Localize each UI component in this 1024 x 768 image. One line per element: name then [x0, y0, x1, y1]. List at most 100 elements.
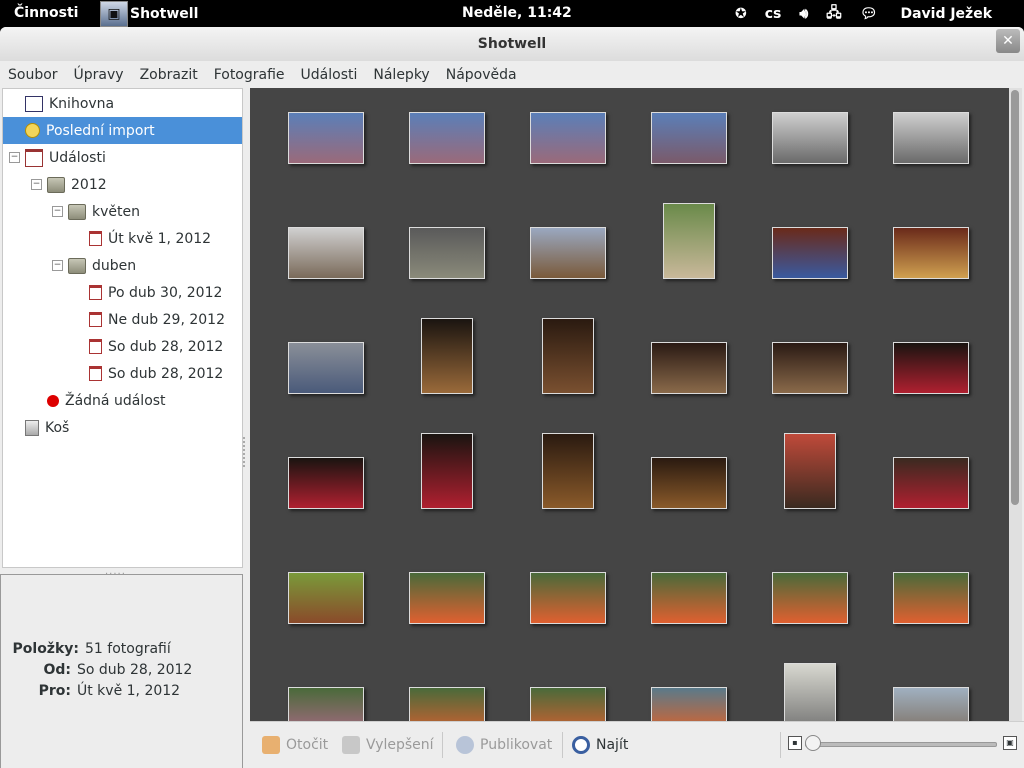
photo-thumbnail[interactable]	[542, 433, 594, 509]
search-icon	[572, 736, 590, 754]
photo-thumbnail[interactable]	[772, 112, 848, 164]
photo-thumbnail[interactable]	[409, 227, 485, 279]
user-menu[interactable]: 💬︎ David Ježek	[860, 6, 1010, 22]
sidebar-item[interactable]: Knihovna	[3, 90, 242, 117]
photo-grid[interactable]	[250, 88, 1009, 721]
sidebar-item-label: 2012	[71, 176, 107, 193]
sidebar-item-label: květen	[92, 203, 140, 220]
sidebar-item[interactable]: − květen	[3, 198, 242, 225]
photo-thumbnail[interactable]	[288, 342, 364, 394]
accessibility-icon[interactable]: ✪	[735, 6, 747, 22]
menu-item[interactable]: Fotografie	[214, 67, 285, 83]
menu-item[interactable]: Úpravy	[74, 67, 124, 83]
photo-thumbnail[interactable]	[651, 457, 727, 509]
photo-thumbnail[interactable]	[893, 112, 969, 164]
sidebar-item[interactable]: So dub 28, 2012	[3, 333, 242, 360]
photo-thumbnail[interactable]	[772, 227, 848, 279]
photo-thumbnail[interactable]	[893, 342, 969, 394]
zoom-slider[interactable]	[805, 742, 997, 747]
tree-expander-icon[interactable]: −	[31, 179, 42, 190]
rotate-icon	[262, 736, 280, 754]
photo-thumbnail[interactable]	[651, 572, 727, 624]
enhance-button[interactable]: Vylepšení	[342, 736, 434, 754]
toolbar-separator	[780, 732, 781, 758]
photo-thumbnail[interactable]	[893, 572, 969, 624]
photo-thumbnail[interactable]	[772, 572, 848, 624]
tree-expander-icon[interactable]: −	[9, 152, 20, 163]
menu-item[interactable]: Nálepky	[373, 67, 429, 83]
tree-expander-icon[interactable]: −	[52, 206, 63, 217]
sidebar-item[interactable]: So dub 28, 2012	[3, 360, 242, 387]
last-import-icon	[25, 123, 40, 138]
sidebar-item[interactable]: Žádná událost	[3, 387, 242, 414]
photo-thumbnail[interactable]	[893, 457, 969, 509]
close-button[interactable]: ✕	[996, 29, 1020, 53]
photo-thumbnail[interactable]	[530, 112, 606, 164]
enhance-wand-icon	[342, 736, 360, 754]
photo-thumbnail[interactable]	[663, 203, 715, 279]
keyboard-layout-indicator[interactable]: cs	[765, 6, 782, 22]
calendar-icon	[89, 285, 102, 300]
sidebar-tree: Knihovna Poslední import − Události − 2012 − kv…	[2, 88, 243, 568]
photo-thumbnail[interactable]	[288, 457, 364, 509]
toolbar-separator	[442, 732, 443, 758]
menu-item[interactable]: Zobrazit	[140, 67, 198, 83]
photo-thumbnail[interactable]	[784, 433, 836, 509]
photo-thumbnail[interactable]	[530, 687, 606, 721]
zoom-in-icon[interactable]: ▣	[1003, 736, 1017, 750]
clock[interactable]: Neděle, 11:42	[462, 5, 572, 21]
sidebar-item[interactable]: Koš	[3, 414, 242, 441]
sidebar-item[interactable]: Út kvě 1, 2012	[3, 225, 242, 252]
menu-item[interactable]: Soubor	[8, 67, 58, 83]
sidebar-item[interactable]: − 2012	[3, 171, 242, 198]
calendar-icon	[89, 366, 102, 381]
events-icon	[25, 148, 43, 167]
photo-thumbnail[interactable]	[651, 687, 727, 721]
photo-thumbnail[interactable]	[288, 227, 364, 279]
sidebar-resize-handle[interactable]	[243, 437, 248, 467]
activities-button[interactable]: Činnosti	[14, 5, 78, 21]
folder-icon	[47, 176, 65, 193]
photo-thumbnail[interactable]	[542, 318, 594, 394]
photo-thumbnail[interactable]	[893, 687, 969, 721]
photo-thumbnail[interactable]	[409, 687, 485, 721]
photo-thumbnail[interactable]	[530, 572, 606, 624]
photo-thumbnail[interactable]	[893, 227, 969, 279]
rotate-button[interactable]: Otočit	[262, 736, 328, 754]
sidebar-item[interactable]: Ne dub 29, 2012	[3, 306, 242, 333]
sidebar-item[interactable]: − duben	[3, 252, 242, 279]
photo-thumbnail[interactable]	[421, 318, 473, 394]
info-to-row: Pro: Út kvě 1, 2012	[1, 683, 180, 699]
photo-thumbnail[interactable]	[772, 342, 848, 394]
photo-thumbnail[interactable]	[288, 112, 364, 164]
photo-thumbnail[interactable]	[784, 663, 836, 721]
info-items-label: Položky:	[12, 641, 79, 657]
menu-item[interactable]: Události	[301, 67, 358, 83]
publish-button[interactable]: Publikovat	[456, 736, 552, 754]
sidebar-item[interactable]: Po dub 30, 2012	[3, 279, 242, 306]
scrollbar-thumb[interactable]	[1011, 90, 1019, 505]
zoom-slider-knob[interactable]	[805, 735, 821, 751]
trash-icon	[25, 419, 39, 436]
publish-globe-icon	[456, 736, 474, 754]
photo-thumbnail[interactable]	[409, 112, 485, 164]
sidebar-item[interactable]: Poslední import	[3, 117, 242, 144]
app-menu[interactable]: ▣ Shotwell	[100, 0, 198, 27]
photo-thumbnail[interactable]	[409, 572, 485, 624]
photo-thumbnail[interactable]	[288, 572, 364, 624]
sidebar-item-label: Út kvě 1, 2012	[108, 230, 212, 247]
volume-icon[interactable]: 🔊︎	[799, 6, 808, 22]
tree-expander-icon[interactable]: −	[52, 260, 63, 271]
no-event-icon	[47, 394, 59, 407]
menu-item[interactable]: Nápověda	[446, 67, 517, 83]
photo-thumbnail[interactable]	[421, 433, 473, 509]
find-button[interactable]: Najít	[572, 736, 628, 754]
photo-thumbnail[interactable]	[288, 687, 364, 721]
network-icon[interactable]: 🖧︎	[826, 2, 842, 26]
sidebar-item[interactable]: − Události	[3, 144, 242, 171]
photo-thumbnail[interactable]	[530, 227, 606, 279]
sidebar-item-label: Události	[49, 149, 106, 166]
zoom-out-icon[interactable]: ▪	[788, 736, 802, 750]
photo-thumbnail[interactable]	[651, 112, 727, 164]
photo-thumbnail[interactable]	[651, 342, 727, 394]
